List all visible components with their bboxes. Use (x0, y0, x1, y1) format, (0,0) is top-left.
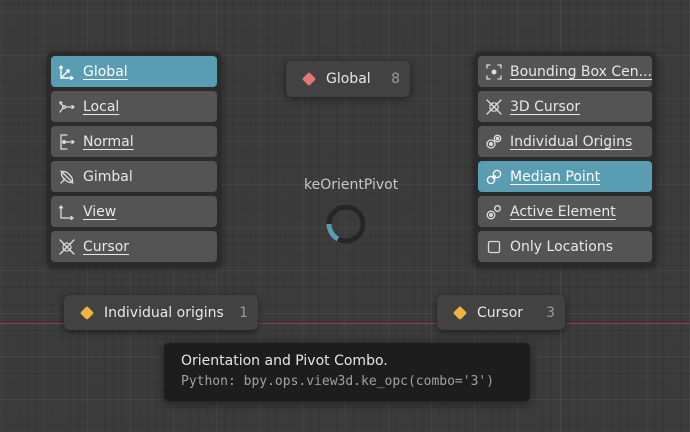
median-point-icon (484, 167, 504, 187)
pivot-item-only-locations[interactable]: Only Locations (478, 231, 652, 262)
orientation-item-label: View (83, 203, 117, 220)
tooltip: Orientation and Pivot Combo. Python: bpy… (164, 343, 530, 401)
orientation-item-global[interactable]: Global (51, 56, 217, 87)
pivot-item-label: Median Point (510, 168, 601, 185)
orientation-item-view[interactable]: View (51, 196, 217, 227)
diamond-icon (452, 305, 468, 320)
pivot-item-label: Bounding Box Cen... (510, 63, 652, 80)
orientation-item-local[interactable]: Local (51, 91, 217, 122)
pivot-item-label: Only Locations (510, 238, 614, 255)
pivot-item-bounding-box-center[interactable]: Bounding Box Cen... (478, 56, 652, 87)
combo-number: 1 (239, 304, 248, 321)
pivot-item-median-point[interactable]: Median Point (478, 161, 652, 192)
combo-cursor-button[interactable]: Cursor 3 (437, 295, 565, 330)
global-orientation-icon (57, 62, 77, 82)
orientation-item-label: Global (83, 63, 128, 80)
cursor-orientation-icon (57, 237, 77, 257)
orientation-item-cursor[interactable]: Cursor (51, 231, 217, 262)
combo-global-button[interactable]: Global 8 (286, 61, 410, 97)
operator-title: keOrientPivot (304, 177, 399, 193)
pivot-item-label: 3D Cursor (510, 98, 581, 115)
combo-number: 3 (546, 304, 555, 321)
orientation-menu: Global Local Normal Gimbal View Cursor (47, 52, 221, 266)
orientation-item-label: Normal (83, 133, 134, 150)
tooltip-python: Python: bpy.ops.view3d.ke_opc(combo='3') (181, 374, 495, 389)
combo-label: Cursor (477, 304, 524, 321)
pivot-item-active-element[interactable]: Active Element (478, 196, 652, 227)
3d-cursor-icon (484, 97, 504, 117)
orientation-item-label: Gimbal (83, 168, 133, 185)
active-element-icon (484, 202, 504, 222)
combo-label: Global (326, 71, 371, 87)
orientation-item-label: Cursor (83, 238, 130, 255)
orientation-item-label: Local (83, 98, 120, 115)
pivot-item-label: Individual Origins (510, 133, 633, 150)
checkbox-icon[interactable] (484, 237, 504, 257)
view-orientation-icon (57, 202, 77, 222)
individual-origins-icon (484, 132, 504, 152)
pivot-item-individual-origins[interactable]: Individual Origins (478, 126, 652, 157)
diamond-icon (79, 305, 95, 320)
pivot-item-3d-cursor[interactable]: 3D Cursor (478, 91, 652, 122)
orientation-item-normal[interactable]: Normal (51, 126, 217, 157)
normal-orientation-icon (57, 132, 77, 152)
combo-number: 8 (391, 71, 400, 87)
pie-center-icon (326, 204, 366, 244)
diamond-icon (301, 71, 317, 87)
bounding-box-center-icon (484, 62, 504, 82)
pivot-item-label: Active Element (510, 203, 616, 220)
gimbal-orientation-icon (57, 167, 77, 187)
combo-label: Individual origins (104, 304, 224, 321)
local-orientation-icon (57, 97, 77, 117)
combo-individual-origins-button[interactable]: Individual origins 1 (64, 295, 258, 330)
pivot-menu: Bounding Box Cen... 3D Cursor Individual… (474, 52, 656, 266)
tooltip-title: Orientation and Pivot Combo. (181, 353, 388, 369)
orientation-item-gimbal[interactable]: Gimbal (51, 161, 217, 192)
